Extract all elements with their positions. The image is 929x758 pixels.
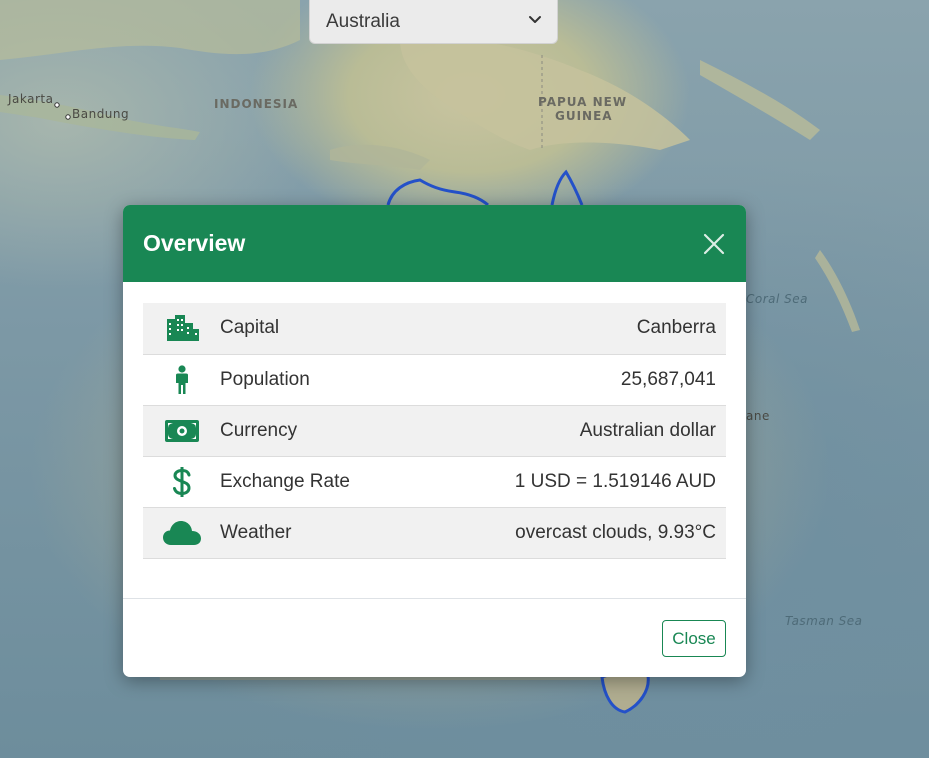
row-label: Capital	[220, 317, 280, 339]
person-icon	[143, 354, 220, 405]
modal-footer: Close	[123, 598, 746, 677]
table-row-exchange-rate: Exchange Rate 1 USD = 1.519146 AUD	[143, 456, 726, 507]
map-label-jakarta: Jakarta	[8, 92, 54, 106]
modal-title: Overview	[143, 230, 246, 256]
map-label-papua-new: PAPUA NEW	[538, 95, 628, 109]
map-label-tasman-sea: Tasman Sea	[785, 614, 863, 628]
overview-modal: Overview Capital Canberra Population 25,…	[123, 205, 746, 677]
row-value: Australian dollar	[579, 419, 716, 441]
country-select[interactable]: Australia	[309, 0, 558, 44]
overview-table: Capital Canberra Population 25,687,041 C…	[143, 303, 726, 559]
map-label-guinea: GUINEA	[555, 109, 613, 123]
row-value: overcast clouds, 9.93°C	[515, 521, 716, 543]
city-icon	[143, 303, 220, 354]
modal-body: Capital Canberra Population 25,687,041 C…	[123, 282, 746, 598]
country-select-value: Australia	[326, 10, 400, 32]
table-row-currency: Currency Australian dollar	[143, 405, 726, 456]
map-label-indonesia: INDONESIA	[214, 97, 299, 111]
row-label: Population	[220, 368, 310, 390]
map-label-coral-sea: Coral Sea	[746, 292, 809, 306]
close-button[interactable]: Close	[662, 620, 726, 657]
map-label-bandung: Bandung	[72, 107, 130, 121]
chevron-down-icon	[527, 11, 543, 33]
close-icon[interactable]	[701, 231, 727, 257]
row-value: 25,687,041	[620, 368, 716, 390]
banknote-icon	[143, 405, 220, 456]
dollar-sign-icon	[143, 456, 220, 507]
modal-header: Overview	[123, 205, 746, 282]
row-label: Weather	[220, 521, 292, 543]
cloud-icon	[143, 507, 220, 558]
row-value: 1 USD = 1.519146 AUD	[514, 470, 716, 492]
table-row-population: Population 25,687,041	[143, 354, 726, 405]
map-label-brisbane: ane	[746, 409, 770, 423]
row-value: Canberra	[636, 317, 716, 339]
row-label: Currency	[220, 419, 298, 441]
table-row-weather: Weather overcast clouds, 9.93°C	[143, 507, 726, 558]
row-label: Exchange Rate	[220, 470, 350, 492]
table-row-capital: Capital Canberra	[143, 303, 726, 354]
